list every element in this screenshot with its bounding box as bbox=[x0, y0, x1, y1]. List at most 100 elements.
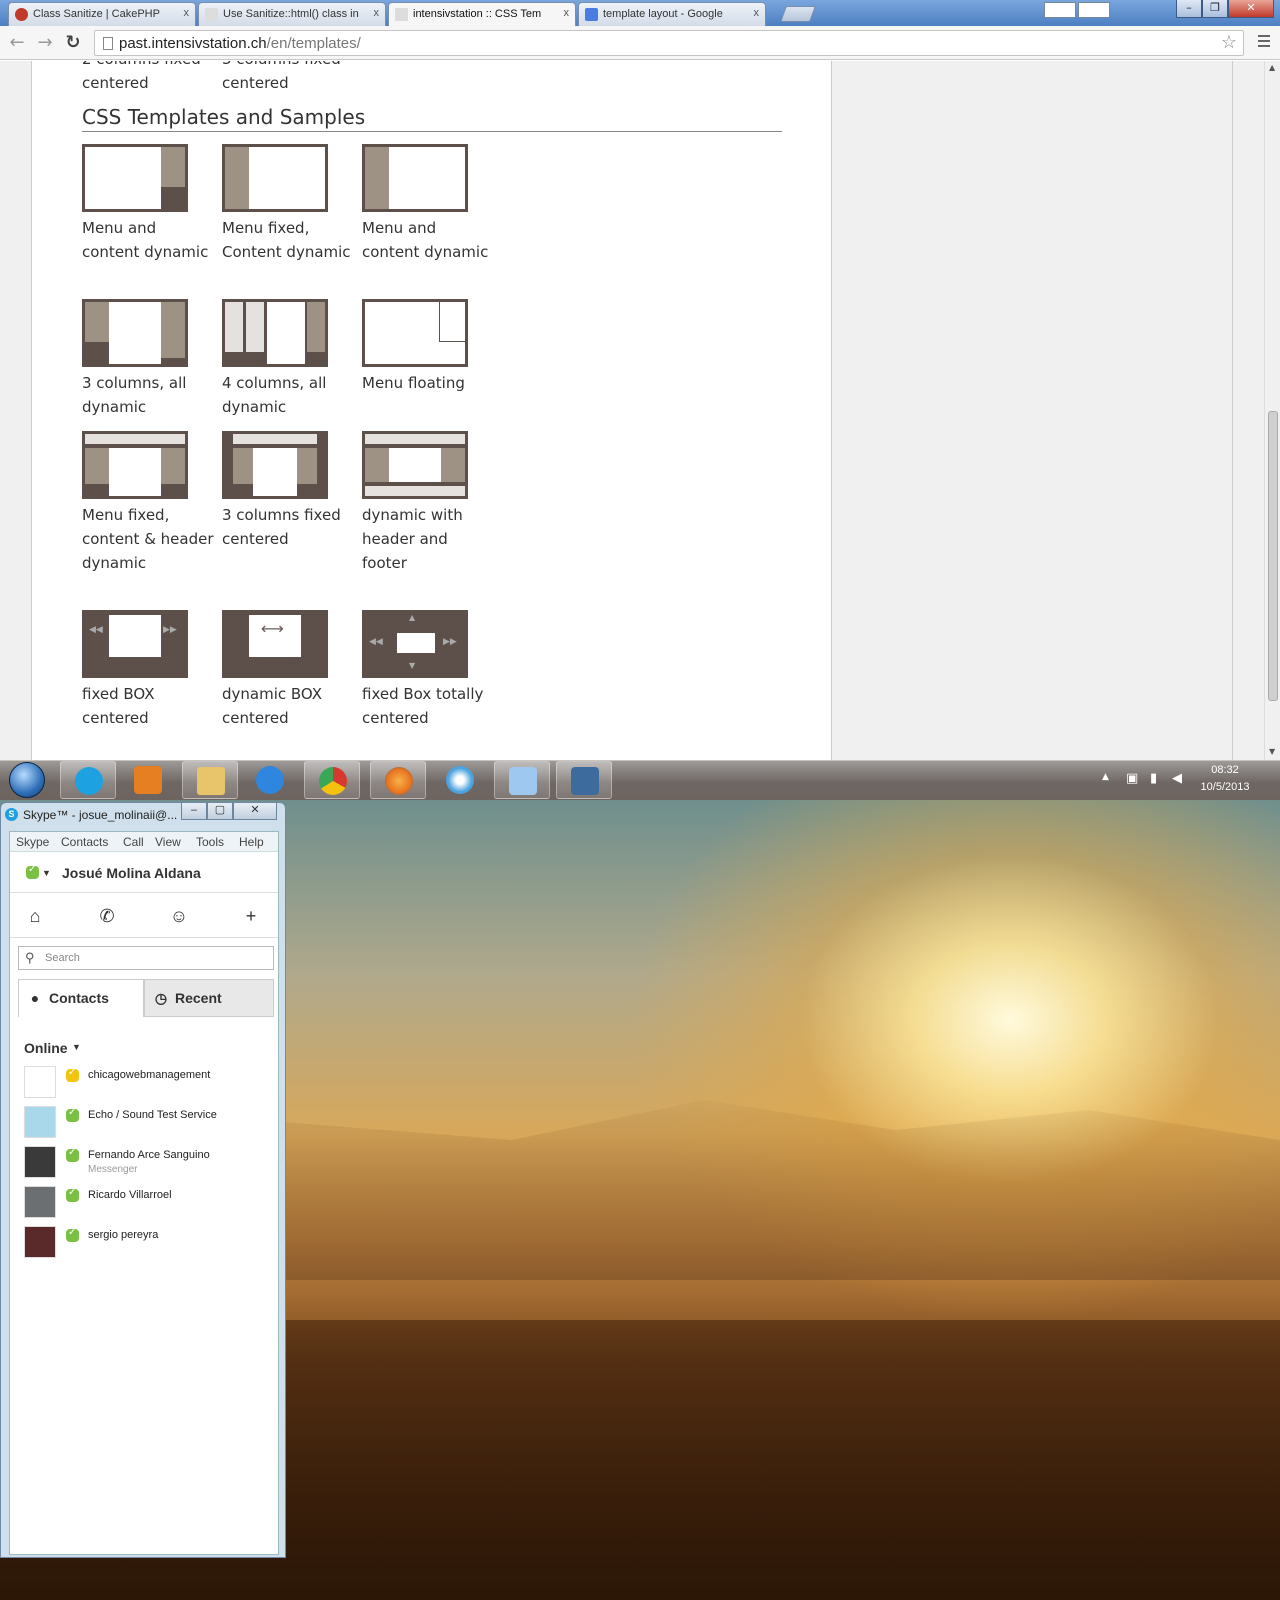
chevron-down-icon[interactable]: ▼ bbox=[42, 868, 51, 878]
template-thumb-fixed-box-totally-centered[interactable]: ▲ ▼ ◀◀ ▶▶ bbox=[362, 610, 468, 678]
profile-name[interactable]: Josué Molina Aldana bbox=[62, 865, 201, 881]
close-window-button[interactable]: ✕ bbox=[1228, 0, 1274, 18]
template-thumb-menu-content-dynamic-left[interactable] bbox=[362, 144, 468, 212]
bookmark-star-icon[interactable]: ☆ bbox=[1221, 32, 1237, 53]
taskbar-mysql-workbench[interactable] bbox=[556, 761, 612, 799]
template-thumb-dynamic-box-centered[interactable]: ⟷ bbox=[222, 610, 328, 678]
start-button[interactable] bbox=[4, 761, 50, 799]
chrome-icon bbox=[319, 767, 347, 795]
clock-date[interactable]: 10/5/2013 bbox=[1195, 781, 1255, 793]
tab-use-sanitize[interactable]: Use Sanitize::html() class in x bbox=[198, 2, 386, 26]
reload-button[interactable]: ↻ bbox=[62, 32, 84, 54]
taskbar-internet-explorer[interactable] bbox=[242, 761, 298, 799]
template-thumb-menu-fixed-header-dynamic[interactable] bbox=[82, 431, 188, 499]
close-icon[interactable]: x bbox=[374, 7, 380, 19]
online-group-header[interactable]: Online bbox=[24, 1040, 68, 1056]
template-label[interactable]: Menu and content dynamic bbox=[362, 216, 497, 264]
scroll-down-icon[interactable]: ▼ bbox=[1269, 747, 1275, 756]
template-label[interactable]: dynamic with header and footer bbox=[362, 503, 497, 575]
taskbar-skype[interactable] bbox=[60, 761, 116, 799]
contact-item[interactable]: Ricardo Villarroel bbox=[24, 1186, 274, 1222]
template-label[interactable]: Menu floating bbox=[362, 371, 497, 395]
taskbar-virtualbox[interactable] bbox=[494, 761, 550, 799]
taskbar-firefox[interactable] bbox=[370, 761, 426, 799]
template-thumb-dynamic-header-footer[interactable] bbox=[362, 431, 468, 499]
search-icon: ⚲ bbox=[25, 950, 35, 965]
close-icon[interactable]: x bbox=[184, 7, 190, 19]
clock-time[interactable]: 08:32 bbox=[1195, 764, 1255, 776]
template-label[interactable]: 2 columns fixed centered bbox=[82, 61, 202, 95]
home-icon[interactable]: ⌂ bbox=[22, 904, 48, 928]
skype-close-button[interactable]: ✕ bbox=[233, 803, 277, 820]
menu-tools[interactable]: Tools bbox=[196, 835, 224, 849]
menu-skype[interactable]: Skype bbox=[16, 835, 49, 849]
template-thumb-4-columns-dynamic[interactable] bbox=[222, 299, 328, 367]
volume-icon[interactable]: ◀ bbox=[1172, 771, 1182, 786]
phone-icon[interactable]: ✆ bbox=[94, 904, 120, 928]
add-contact-icon[interactable]: + bbox=[238, 904, 264, 928]
contact-item[interactable]: sergio pereyra bbox=[24, 1226, 274, 1262]
menu-view[interactable]: View bbox=[155, 835, 181, 849]
template-label[interactable]: Menu and content dynamic bbox=[82, 216, 217, 264]
scrollbar-thumb[interactable] bbox=[1268, 411, 1278, 701]
close-icon[interactable]: x bbox=[564, 7, 570, 19]
tab-recent-label: Recent bbox=[175, 990, 222, 1006]
template-label[interactable]: 3 columns fixed centered bbox=[222, 503, 357, 551]
tab-recent[interactable]: ◷ Recent bbox=[144, 979, 274, 1017]
template-label[interactable]: fixed Box totally centered bbox=[362, 682, 497, 730]
forward-button[interactable]: → bbox=[34, 32, 56, 54]
tab-intensivstation[interactable]: intensivstation :: CSS Tem x bbox=[388, 2, 576, 27]
tab-contacts[interactable]: ● Contacts bbox=[18, 979, 144, 1017]
online-status-icon[interactable] bbox=[26, 864, 39, 879]
page-scrollbar[interactable]: ▲ ▼ bbox=[1264, 61, 1280, 760]
maximize-button[interactable]: ❐ bbox=[1202, 0, 1228, 18]
menu-help[interactable]: Help bbox=[239, 835, 264, 849]
minimize-button[interactable]: – bbox=[1176, 0, 1202, 18]
tab-google-search[interactable]: template layout - Google x bbox=[578, 2, 766, 26]
template-thumb-menu-content-dynamic[interactable] bbox=[82, 144, 188, 212]
template-label[interactable]: fixed BOX centered bbox=[82, 682, 217, 730]
address-bar[interactable]: past.intensivstation.ch/en/templates/ ☆ bbox=[94, 30, 1244, 56]
skype-search-input[interactable]: ⚲ Search bbox=[18, 946, 274, 970]
skype-maximize-button[interactable]: ▢ bbox=[207, 803, 233, 820]
chevron-down-icon[interactable]: ▼ bbox=[72, 1042, 81, 1052]
skype-titlebar[interactable]: S Skype™ - josue_molinaii@... – ▢ ✕ bbox=[1, 803, 285, 825]
contact-item[interactable]: Echo / Sound Test Service bbox=[24, 1106, 274, 1142]
template-thumb-menu-fixed-content-dynamic[interactable] bbox=[222, 144, 328, 212]
group-icon[interactable]: ☺ bbox=[166, 904, 192, 928]
menu-contacts[interactable]: Contacts bbox=[61, 835, 108, 849]
template-label[interactable]: Menu fixed, content & header dynamic bbox=[82, 503, 217, 575]
template-thumb-menu-floating[interactable] bbox=[362, 299, 468, 367]
template-label[interactable]: 4 columns, all dynamic bbox=[222, 371, 357, 419]
template-thumb-3-columns-dynamic[interactable] bbox=[82, 299, 188, 367]
skype-minimize-button[interactable]: – bbox=[181, 803, 207, 820]
network-icon[interactable]: ▮ bbox=[1150, 771, 1157, 786]
contact-item[interactable]: chicagowebmanagement bbox=[24, 1066, 274, 1102]
show-hidden-icons-icon[interactable]: ▲ bbox=[1102, 772, 1109, 782]
menu-call[interactable]: Call bbox=[123, 835, 144, 849]
template-label[interactable]: 3 columns fixed centered bbox=[222, 61, 342, 95]
template-label[interactable]: 3 columns, all dynamic bbox=[82, 371, 217, 419]
template-label[interactable]: Menu fixed, Content dynamic bbox=[222, 216, 357, 264]
web-page: 2 columns fixed centered 3 columns fixed… bbox=[0, 61, 1264, 760]
taskbar-media-player[interactable] bbox=[120, 761, 176, 799]
taskbar-safari[interactable] bbox=[432, 761, 488, 799]
contact-item[interactable]: Fernando Arce Sanguino Messenger bbox=[24, 1146, 274, 1182]
scroll-up-icon[interactable]: ▲ bbox=[1269, 63, 1275, 72]
tab-contacts-label: Contacts bbox=[49, 990, 109, 1006]
skype-profile[interactable]: ▼ Josué Molina Aldana bbox=[10, 853, 278, 893]
away-status-icon bbox=[66, 1067, 79, 1082]
taskbar-explorer[interactable] bbox=[182, 761, 238, 799]
action-center-icon[interactable]: ▣ bbox=[1126, 771, 1138, 786]
close-icon[interactable]: x bbox=[754, 7, 760, 19]
taskbar-chrome[interactable] bbox=[304, 761, 360, 799]
new-tab-button[interactable] bbox=[780, 6, 816, 22]
template-thumb-3-columns-fixed-centered[interactable] bbox=[222, 431, 328, 499]
template-thumb-fixed-box-centered[interactable]: ◀◀ ▶▶ bbox=[82, 610, 188, 678]
back-button[interactable]: ← bbox=[6, 32, 28, 54]
tab-class-sanitize[interactable]: Class Sanitize | CakePHP x bbox=[8, 2, 196, 26]
template-label[interactable]: dynamic BOX centered bbox=[222, 682, 357, 730]
chrome-menu-icon[interactable] bbox=[1256, 32, 1272, 54]
avatar bbox=[24, 1066, 56, 1098]
tab-title: Use Sanitize::html() class in bbox=[223, 8, 359, 20]
